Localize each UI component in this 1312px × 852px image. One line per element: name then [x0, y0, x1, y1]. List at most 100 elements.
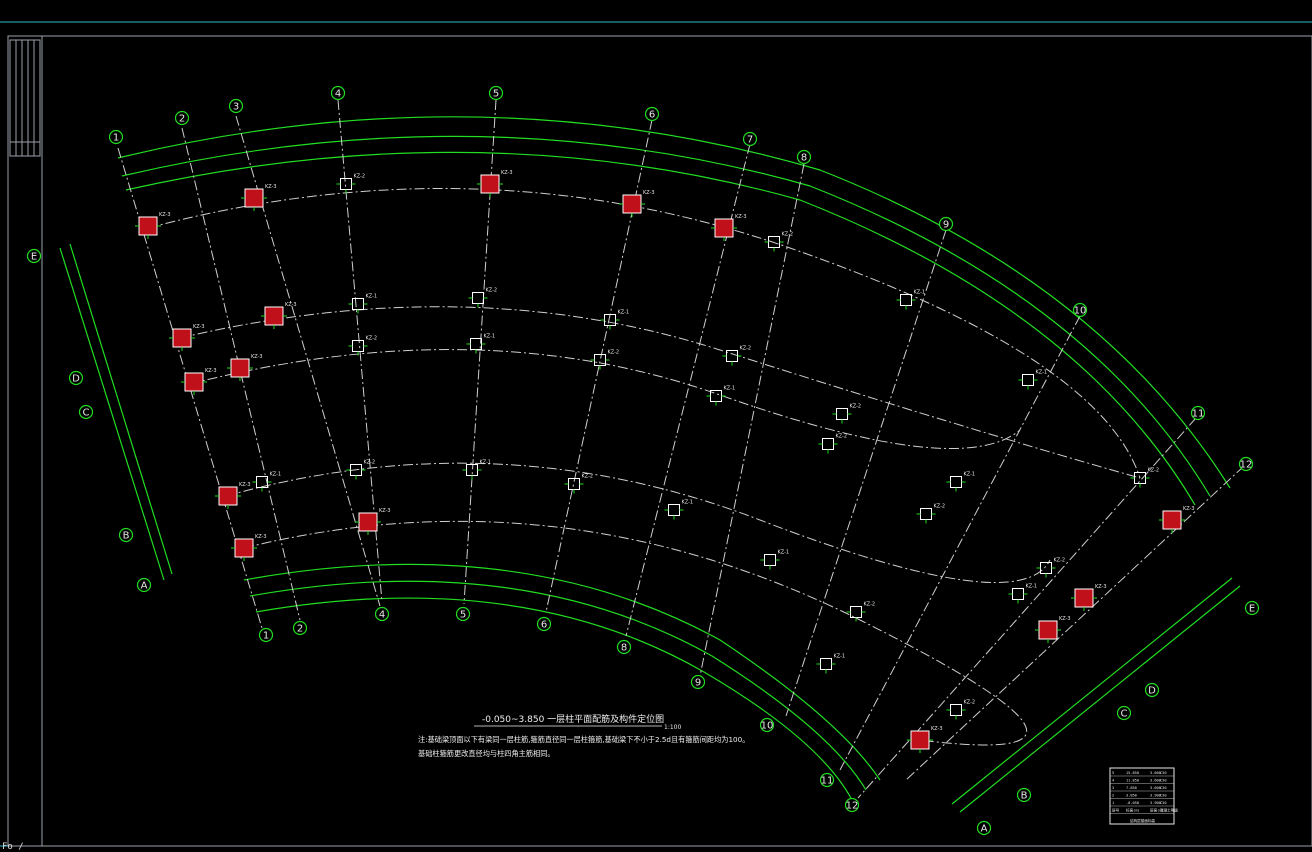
axis-bubble-bottom-11[interactable]: 11 — [819, 772, 835, 788]
axis-bubble-top-10[interactable]: 10 — [1072, 302, 1088, 318]
column-label-10: KZ-1 — [366, 294, 378, 300]
column-label-38: KZ-1 — [1026, 584, 1038, 590]
axis-bubble-bottom-5[interactable]: 5 — [455, 606, 471, 622]
axis-bubble-bottom-10-label: 10 — [761, 721, 774, 732]
axis-bubble-bottom-4[interactable]: 4 — [374, 606, 390, 622]
axis-bubble-left-A[interactable]: A — [136, 577, 152, 593]
axis-bubble-right-A[interactable]: A — [976, 820, 992, 836]
column-32[interactable]: KZ-3 — [231, 534, 267, 561]
cad-drawing-viewport[interactable]: 1 2 3 4 5 6 7 8 9 10 11 12 1 2 4 5 6 8 9 10 11 12 E D C B A E D C B A K… — [0, 0, 1312, 852]
level-table-cell-0-3: C30 — [1160, 771, 1167, 775]
column-31[interactable]: KZ-2 — [1130, 468, 1160, 488]
column-8[interactable]: KZ-3 — [169, 324, 205, 351]
level-table-cell-4-0: 1 — [1112, 801, 1114, 805]
column-41[interactable]: KZ-3 — [1035, 616, 1071, 643]
column-44[interactable]: KZ-3 — [907, 726, 943, 753]
column-15[interactable]: KZ-3 — [181, 368, 217, 395]
note-line-1: 注:基础梁顶面以下有梁同一层柱筋,箍筋直径同一层柱箍筋,基础梁下不小于2.5d且… — [418, 735, 749, 744]
axis-bubble-bottom-6[interactable]: 6 — [536, 616, 552, 632]
level-table-caption: 结构层楼面标高 — [1130, 818, 1156, 823]
column-35[interactable]: KZ-2 — [916, 504, 946, 524]
axis-bubble-top-5[interactable]: 5 — [488, 85, 504, 101]
axis-bubble-bottom-4-label: 4 — [379, 610, 385, 621]
axis-bubble-bottom-9-label: 9 — [695, 678, 701, 689]
axis-bubble-top-8[interactable]: 8 — [796, 149, 812, 165]
axis-bubble-right-B-label: B — [1021, 791, 1028, 802]
axis-bubble-left-B[interactable]: B — [118, 527, 134, 543]
column-label-29: KZ-2 — [836, 434, 848, 440]
column-28[interactable]: KZ-1 — [664, 500, 694, 520]
column-37[interactable]: KZ-2 — [846, 602, 876, 622]
column-1[interactable]: KZ-3 — [135, 212, 171, 239]
axis-bubble-bottom-1[interactable]: 1 — [258, 627, 274, 643]
axis-bubble-bottom-6-label: 6 — [541, 620, 547, 631]
column-16[interactable]: KZ-3 — [227, 354, 263, 381]
column-26[interactable]: KZ-1 — [462, 460, 492, 480]
column-19[interactable]: KZ-2 — [590, 350, 620, 370]
column-29[interactable]: KZ-2 — [818, 434, 848, 454]
axis-bubble-top-11-label: 11 — [1192, 409, 1205, 420]
column-12[interactable]: KZ-1 — [600, 310, 630, 330]
column-39[interactable]: KZ-2 — [1036, 558, 1066, 578]
radial-axis-9 — [785, 229, 947, 717]
column-40[interactable]: KZ-3 — [1071, 584, 1107, 611]
column-30[interactable]: KZ-1 — [946, 472, 976, 492]
axis-bubble-left-C[interactable]: C — [78, 404, 94, 420]
column-36[interactable]: KZ-3 — [1159, 506, 1195, 533]
column-38[interactable]: KZ-1 — [1008, 584, 1038, 604]
axis-bubble-top-3[interactable]: 3 — [228, 98, 244, 114]
axis-bubble-top-2[interactable]: 2 — [174, 110, 190, 126]
axis-bubble-bottom-12[interactable]: 12 — [844, 797, 860, 813]
radial-axis-10 — [839, 315, 1081, 771]
column-label-39: KZ-2 — [1054, 558, 1066, 564]
column-7[interactable]: KZ-2 — [764, 232, 794, 252]
axis-bubble-bottom-9[interactable]: 9 — [690, 674, 706, 690]
column-label-23: KZ-3 — [239, 482, 251, 488]
column-6[interactable]: KZ-3 — [711, 214, 747, 241]
axis-bubble-right-B[interactable]: B — [1016, 787, 1032, 803]
column-5[interactable]: KZ-3 — [619, 190, 655, 217]
column-20[interactable]: KZ-1 — [706, 386, 736, 406]
axis-bubble-top-6[interactable]: 6 — [644, 106, 660, 122]
column-4[interactable]: KZ-3 — [477, 170, 513, 197]
column-label-26: KZ-1 — [480, 460, 492, 466]
level-table-cell-5-3: 混凝土等级 — [1160, 808, 1178, 813]
level-table-cell-3-3: C30 — [1160, 794, 1167, 798]
axis-bubble-right-D-label: D — [1148, 686, 1156, 697]
column-label-36: KZ-3 — [1183, 506, 1195, 512]
axis-bubble-left-D[interactable]: D — [68, 370, 84, 386]
column-label-24: KZ-1 — [270, 472, 282, 478]
axis-bubble-bottom-2-label: 2 — [297, 624, 303, 635]
axis-bubble-top-1[interactable]: 1 — [108, 129, 124, 145]
axis-bubble-top-12[interactable]: 12 — [1238, 456, 1254, 472]
column-34[interactable]: KZ-1 — [760, 550, 790, 570]
axis-bubble-bottom-2[interactable]: 2 — [292, 620, 308, 636]
axis-bubble-right-E[interactable]: E — [1244, 600, 1260, 616]
axis-bubble-top-11[interactable]: 11 — [1190, 405, 1206, 421]
axis-bubble-top-7[interactable]: 7 — [742, 131, 758, 147]
axis-bubble-top-9-label: 9 — [943, 220, 949, 231]
column-label-9: KZ-3 — [285, 302, 297, 308]
axis-bubble-right-C[interactable]: C — [1116, 705, 1132, 721]
column-23[interactable]: KZ-3 — [215, 482, 251, 509]
axis-bubble-bottom-10[interactable]: 10 — [759, 717, 775, 733]
column-9[interactable]: KZ-3 — [261, 302, 297, 329]
axis-bubble-bottom-8[interactable]: 8 — [616, 639, 632, 655]
column-43[interactable]: KZ-2 — [946, 700, 976, 720]
column-21[interactable]: KZ-2 — [832, 404, 862, 424]
column-33[interactable]: KZ-3 — [355, 508, 391, 535]
column-42[interactable]: KZ-1 — [816, 654, 846, 674]
axis-bubble-top-9[interactable]: 9 — [938, 216, 954, 232]
axis-bubble-top-4[interactable]: 4 — [330, 85, 346, 101]
axis-bubble-top-5-label: 5 — [493, 89, 499, 100]
level-table-cell-3-1: 3.850 — [1126, 794, 1137, 798]
column-3[interactable]: KZ-2 — [336, 174, 366, 194]
column-label-11: KZ-2 — [486, 288, 498, 294]
axis-bubble-left-E[interactable]: E — [26, 248, 42, 264]
title-block-strip — [7, 35, 43, 847]
axis-bubble-right-D[interactable]: D — [1144, 682, 1160, 698]
column-27[interactable]: KZ-2 — [564, 474, 594, 494]
column-25[interactable]: KZ-2 — [346, 460, 376, 480]
column-2[interactable]: KZ-3 — [241, 184, 277, 211]
drawing-scale: 1:100 — [664, 724, 681, 731]
